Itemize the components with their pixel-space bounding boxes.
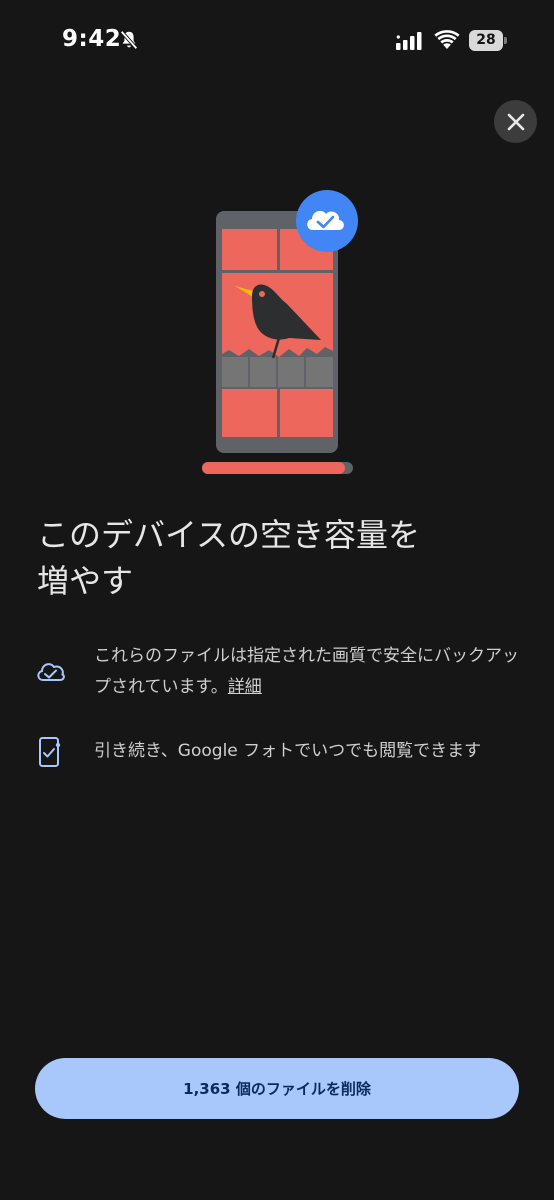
close-button[interactable]: [494, 100, 537, 143]
gray-tile: [306, 357, 333, 387]
cellular-signal-icon: [396, 32, 422, 50]
photo-tile: [280, 389, 333, 437]
cloud-check-icon: [37, 663, 65, 681]
wifi-icon: [434, 30, 460, 49]
delete-files-button[interactable]: 1,363 個のファイルを削除: [35, 1058, 519, 1119]
phone-check-icon: [39, 737, 61, 767]
feature-backup-text: これらのファイルは指定された画質で安全にバックアップされています。詳細: [94, 641, 524, 703]
photo-tile: [222, 229, 277, 270]
feature-backup: これらのファイルは指定された画質で安全にバックアップされています。詳細: [34, 641, 524, 703]
hero-illustration: [202, 190, 358, 474]
status-time: 9:42: [62, 26, 122, 52]
status-bar: 9:42 28: [0, 0, 554, 84]
close-icon: [507, 113, 524, 130]
gray-tile: [250, 357, 276, 387]
gray-tile: [278, 357, 304, 387]
feature-backup-description: これらのファイルは指定された画質で安全にバックアップされています。: [94, 646, 519, 697]
battery-icon: 28: [469, 30, 507, 51]
gray-tile: [222, 357, 248, 387]
photo-tile: [222, 389, 277, 437]
progress-fill: [202, 462, 345, 474]
battery-tip: [504, 37, 507, 44]
page-title: このデバイスの空き容量を 増やす: [37, 516, 421, 600]
feature-view-text: 引き続き、Google フォトでいつでも閲覧できます: [94, 741, 482, 761]
feature-view: 引き続き、Google フォトでいつでも閲覧できます: [34, 736, 524, 770]
bell-slash-icon: [120, 30, 138, 50]
details-link[interactable]: 詳細: [228, 677, 262, 697]
battery-level: 28: [469, 30, 503, 51]
